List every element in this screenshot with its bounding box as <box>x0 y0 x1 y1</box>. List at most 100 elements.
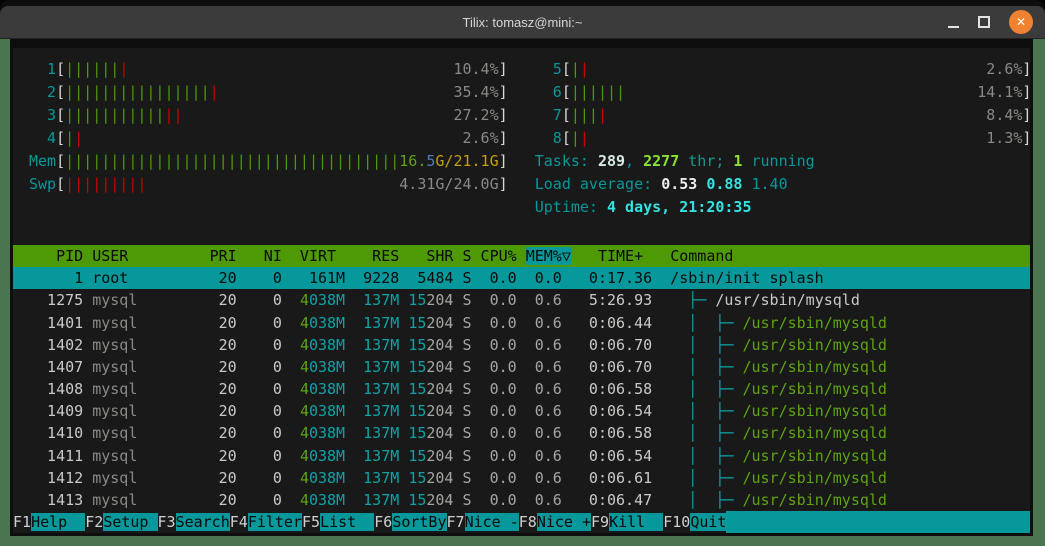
process-row-1407[interactable]: 1407 mysql 20 0 4038M 137M 15204 S 0.0 0… <box>13 356 1030 378</box>
fkey-setup[interactable]: F2Setup <box>85 511 158 533</box>
cpu-meter-row-2: 2[||||||||||||||||| 35.4%] 6[|||||| 14.1… <box>13 81 1030 104</box>
cpu-percent: 10.4% <box>453 60 499 78</box>
load-average-summary: Load average: 0.53 0.88 1.40 <box>534 175 788 193</box>
fkey-nice-plus[interactable]: F8Nice + <box>519 511 591 533</box>
tree-branch: ├─ <box>670 291 716 309</box>
command-cell: /usr/sbin/mysqld <box>742 469 887 487</box>
command-cell: /usr/sbin/mysqld <box>715 291 860 309</box>
process-row-1410[interactable]: 1410 mysql 20 0 4038M 137M 15204 S 0.0 0… <box>13 422 1030 445</box>
terminal-frame: 1[||||||| 10.4%] 5[|| 2.6%] 2[||||||||||… <box>10 39 1033 536</box>
fkey-quit[interactable]: F10Quit <box>663 511 727 533</box>
fkey-label: Search <box>175 513 230 531</box>
virt-cell: 4 <box>299 314 309 332</box>
state-cpu-mem-cells: S 0.0 0.6 <box>453 291 562 309</box>
table-header[interactable]: PID USER PRI NI VIRT RES SHR S CPU% MEM%… <box>13 245 1030 267</box>
pid-cell: 1402 <box>29 336 93 354</box>
pid-cell: 1408 <box>29 380 93 398</box>
close-icon[interactable]: ✕ <box>1009 10 1033 34</box>
tree-branch: │ ├─ <box>670 402 743 420</box>
load-1min: 0.53 <box>661 175 698 193</box>
cpu-bar-green: |||||||||||||||| <box>65 83 210 101</box>
user-cell: mysql <box>92 424 210 442</box>
tasks-summary: Tasks: 289, 2277 thr; 1 running <box>534 152 815 170</box>
user-cell: mysql <box>92 314 210 332</box>
process-row-1412[interactable]: 1412 mysql 20 0 4038M 137M 15204 S 0.0 0… <box>13 467 1030 489</box>
virt-cell: 4 <box>299 447 309 465</box>
state-cpu-mem-cells: S 0.0 0.6 <box>453 447 562 465</box>
cpu-bar-red: | <box>579 129 589 147</box>
process-row-1413[interactable]: 1413 mysql 20 0 4038M 137M 15204 S 0.0 0… <box>13 489 1030 511</box>
cpu-meter-row-1: 1[||||||| 10.4%] 5[|| 2.6%] <box>13 58 1030 81</box>
user-cell: mysql <box>92 447 210 465</box>
cpu-meter-7: 7[|||| 8.4%] <box>534 106 1032 124</box>
fkey-nice-minus[interactable]: F7Nice - <box>447 511 519 533</box>
window-controls: ✕ <box>948 6 1033 38</box>
process-row-1401[interactable]: 1401 mysql 20 0 4038M 137M 15204 S 0.0 0… <box>13 312 1030 334</box>
swap-bar-red: ||||||||| <box>65 175 147 193</box>
shr-cell: 15 <box>408 424 427 442</box>
pid-cell: 1275 <box>29 291 93 309</box>
tree-branch: │ ├─ <box>670 358 743 376</box>
fkey-label: List <box>320 513 375 531</box>
fkey-search[interactable]: F3Search <box>158 511 230 533</box>
cpu-bar-red: | <box>579 60 589 78</box>
fkey-filter[interactable]: F4Filter <box>230 511 302 533</box>
fkey-sortby[interactable]: F6SortBy <box>374 511 447 533</box>
cpu-bar-red: | <box>597 106 607 124</box>
fkey-number: F5 <box>302 513 321 531</box>
session-border: 1[||||||| 10.4%] 5[|| 2.6%] 2[||||||||||… <box>0 39 1045 546</box>
window-title: Tilix: tomasz@mini:~ <box>462 14 583 30</box>
fkey-label: Nice - <box>464 513 519 531</box>
cpu-percent: 35.4% <box>453 83 499 101</box>
tree-branch: │ ├─ <box>670 336 743 354</box>
res-cell: 137M <box>363 358 400 376</box>
cpu-percent: 2.6% <box>986 60 1023 78</box>
cpu-meter-row-4: 4[|| 2.6%] 8[|| 1.3%] <box>13 127 1030 150</box>
user-cell: mysql <box>92 491 210 509</box>
time-cell: 0:06.54 <box>561 402 653 420</box>
virt-cell: 4 <box>299 358 309 376</box>
load-5min: 0.88 <box>706 175 743 193</box>
shr-cell: 15 <box>408 291 427 309</box>
cpu-meter-6: 6[|||||| 14.1%] <box>534 83 1032 101</box>
process-row-1409[interactable]: 1409 mysql 20 0 4038M 137M 15204 S 0.0 0… <box>13 400 1030 422</box>
uptime-value: 4 days, 21:20:35 <box>606 198 752 216</box>
fkey-label: Filter <box>247 513 302 531</box>
state-cpu-mem-cells: S 0.0 0.6 <box>453 402 562 420</box>
cpu-bar-green: ||||||||||| <box>65 106 165 124</box>
fkey-list[interactable]: F5List <box>302 511 375 533</box>
res-cell: 137M <box>363 380 400 398</box>
fkey-label: Help <box>31 513 86 531</box>
cpu-bar-red: | <box>119 60 129 78</box>
process-row-selected[interactable]: 1 root 20 0 161M 9228 5484 S 0.0 0.0 0:1… <box>13 267 1030 289</box>
res-cell: 137M <box>363 291 400 309</box>
state-cpu-mem-cells: S 0.0 0.6 <box>453 469 562 487</box>
fbar-fill <box>726 511 1030 533</box>
sort-column-mem: MEM%▽ <box>525 247 571 265</box>
command-cell: /usr/sbin/mysqld <box>742 314 887 332</box>
pid-cell: 1401 <box>29 314 93 332</box>
time-cell: 0:06.61 <box>561 469 653 487</box>
tree-branch: │ ├─ <box>670 314 743 332</box>
htop-terminal[interactable]: 1[||||||| 10.4%] 5[|| 2.6%] 2[||||||||||… <box>13 48 1030 533</box>
uptime-row: Uptime: 4 days, 21:20:35 <box>13 196 1030 219</box>
cpu-bar-green: | <box>570 129 580 147</box>
fkey-kill[interactable]: F9Kill <box>591 511 664 533</box>
virt-cell: 4 <box>299 402 309 420</box>
cpu-bar-red: || <box>164 106 183 124</box>
process-row-1411[interactable]: 1411 mysql 20 0 4038M 137M 15204 S 0.0 0… <box>13 445 1030 467</box>
state-cpu-mem-cells: S 0.0 0.6 <box>453 380 562 398</box>
maximize-icon[interactable] <box>978 16 990 28</box>
user-cell: mysql <box>92 469 210 487</box>
shr-cell: 15 <box>408 358 427 376</box>
process-row-1408[interactable]: 1408 mysql 20 0 4038M 137M 15204 S 0.0 0… <box>13 378 1030 400</box>
swap-load-row: Swp[||||||||| 4.31G/24.0G] Load average:… <box>13 173 1030 196</box>
time-cell: 0:06.58 <box>561 380 653 398</box>
minimize-icon[interactable] <box>948 25 959 28</box>
fkey-help[interactable]: F1Help <box>13 511 86 533</box>
process-row-1275[interactable]: 1275 mysql 20 0 4038M 137M 15204 S 0.0 0… <box>13 289 1030 312</box>
titlebar[interactable]: Tilix: tomasz@mini:~ ✕ <box>0 6 1045 39</box>
process-row-1402[interactable]: 1402 mysql 20 0 4038M 137M 15204 S 0.0 0… <box>13 334 1030 356</box>
command-cell: /usr/sbin/mysqld <box>742 491 887 509</box>
res-cell: 137M <box>363 469 400 487</box>
